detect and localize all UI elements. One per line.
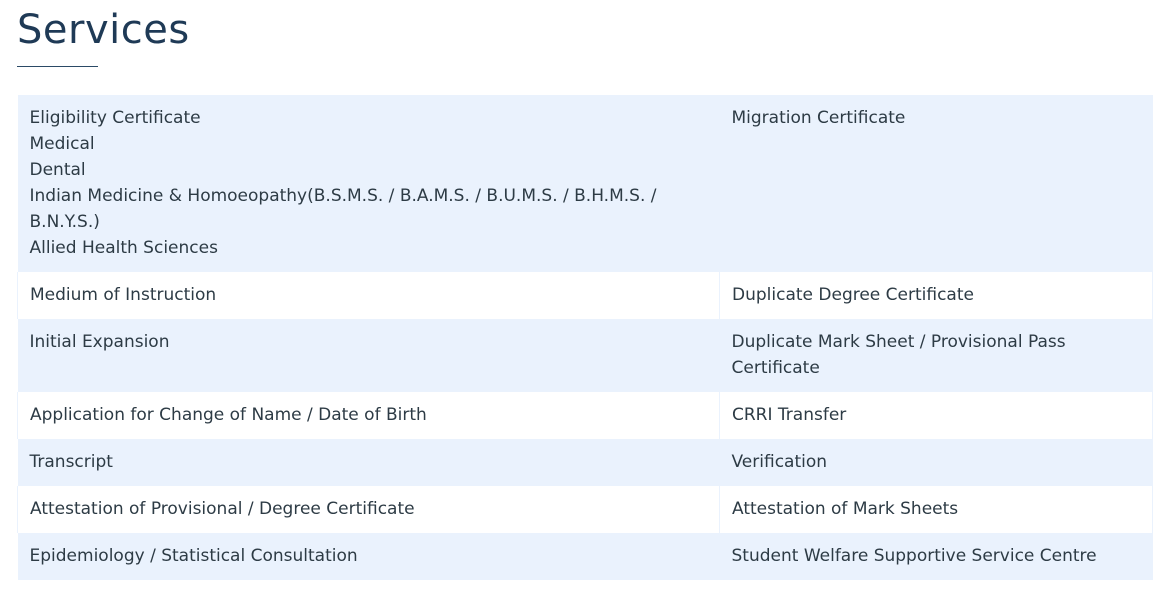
service-cell-right: Duplicate Mark Sheet / Provisional Pass …	[719, 319, 1153, 392]
title-underline	[17, 66, 98, 67]
service-cell-right: Duplicate Degree Certificate	[719, 272, 1153, 319]
table-row: Medium of Instruction Duplicate Degree C…	[17, 272, 1153, 319]
service-indian-medicine[interactable]: Indian Medicine & Homoeopathy(B.S.M.S. /…	[30, 183, 708, 235]
service-allied-health[interactable]: Allied Health Sciences	[30, 235, 708, 261]
services-page: Services Eligibility Certificate Medical…	[0, 0, 1174, 598]
service-cell-left: Application for Change of Name / Date of…	[17, 392, 720, 439]
table-row: Application for Change of Name / Date of…	[17, 392, 1153, 439]
service-medical[interactable]: Medical	[30, 131, 708, 157]
table-row: Initial Expansion Duplicate Mark Sheet /…	[17, 319, 1153, 392]
service-attestation-provisional[interactable]: Attestation of Provisional / Degree Cert…	[30, 496, 707, 522]
service-eligibility-certificate[interactable]: Eligibility Certificate	[30, 105, 708, 131]
service-initial-expansion[interactable]: Initial Expansion	[30, 329, 708, 355]
service-cell-right: Attestation of Mark Sheets	[719, 486, 1153, 533]
service-cell-right: Student Welfare Supportive Service Centr…	[719, 533, 1153, 580]
service-cell-left: Initial Expansion	[17, 319, 720, 392]
service-duplicate-mark-sheet[interactable]: Duplicate Mark Sheet / Provisional Pass …	[732, 329, 1141, 381]
service-cell-left: Medium of Instruction	[17, 272, 720, 319]
service-change-of-name[interactable]: Application for Change of Name / Date of…	[30, 402, 707, 428]
service-medium-of-instruction[interactable]: Medium of Instruction	[30, 282, 707, 308]
service-verification[interactable]: Verification	[732, 449, 1141, 475]
service-cell-right: Migration Certificate	[719, 95, 1153, 272]
service-attestation-mark-sheets[interactable]: Attestation of Mark Sheets	[732, 496, 1140, 522]
service-cell-left: Epidemiology / Statistical Consultation	[17, 533, 720, 580]
service-cell-left: Attestation of Provisional / Degree Cert…	[17, 486, 720, 533]
table-row: Transcript Verification	[17, 439, 1153, 486]
service-transcript[interactable]: Transcript	[30, 449, 708, 475]
service-cell-right: Verification	[719, 439, 1153, 486]
service-epidemiology[interactable]: Epidemiology / Statistical Consultation	[30, 543, 708, 569]
table-row: Eligibility Certificate Medical Dental I…	[17, 95, 1153, 272]
service-migration-certificate[interactable]: Migration Certificate	[732, 105, 1141, 131]
service-cell-left: Transcript	[17, 439, 720, 486]
page-title: Services	[17, 7, 190, 53]
service-student-welfare[interactable]: Student Welfare Supportive Service Centr…	[732, 543, 1141, 569]
table-row: Epidemiology / Statistical Consultation …	[17, 533, 1153, 580]
service-duplicate-degree[interactable]: Duplicate Degree Certificate	[732, 282, 1140, 308]
table-row: Attestation of Provisional / Degree Cert…	[17, 486, 1153, 533]
service-cell-left: Eligibility Certificate Medical Dental I…	[17, 95, 720, 272]
service-cell-right: CRRI Transfer	[719, 392, 1153, 439]
services-table: Eligibility Certificate Medical Dental I…	[17, 95, 1153, 580]
service-dental[interactable]: Dental	[30, 157, 708, 183]
service-crri-transfer[interactable]: CRRI Transfer	[732, 402, 1140, 428]
